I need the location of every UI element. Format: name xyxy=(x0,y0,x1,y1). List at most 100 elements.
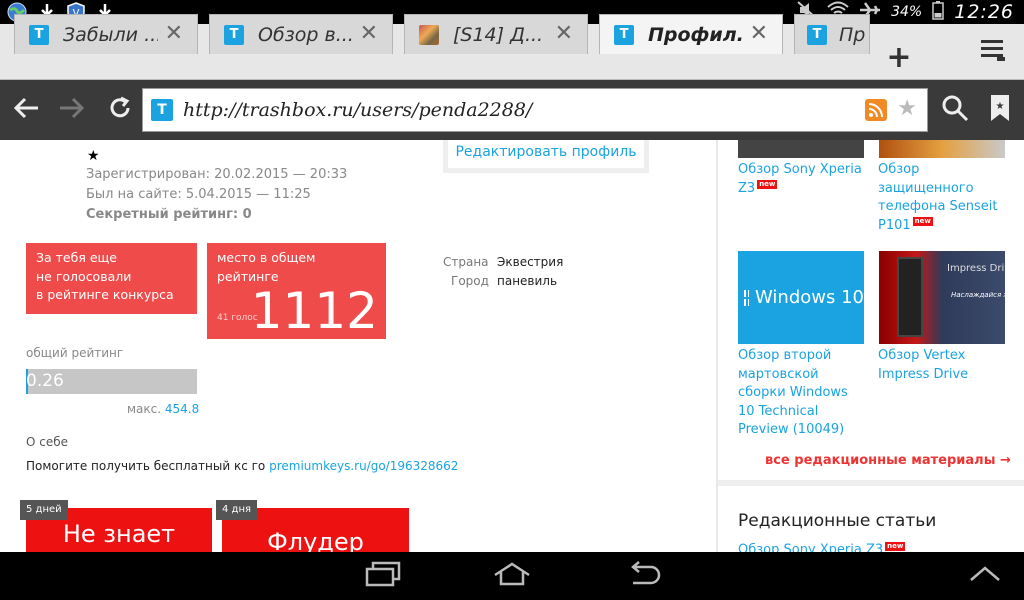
country-label: Страна xyxy=(443,255,489,269)
all-materials-link[interactable]: все редакционные материалы → xyxy=(765,453,1011,468)
close-icon[interactable]: ✕ xyxy=(360,23,378,45)
arrow-right-icon xyxy=(58,96,86,124)
article-link[interactable]: Обзор защищенного телефона Senseit P101 n… xyxy=(878,161,1004,235)
clock: 12:26 xyxy=(954,1,1014,23)
article-thumbnail[interactable] xyxy=(879,140,1005,158)
reload-button[interactable] xyxy=(100,90,140,130)
badge-title: Флудер xyxy=(267,528,364,552)
star-icon[interactable]: ★ xyxy=(897,96,917,121)
bookmarks-button[interactable]: ★ xyxy=(980,90,1020,130)
last-seen: Был на сайте: 5.04.2015 — 11:25 xyxy=(86,187,311,202)
vote-line: За тебя еще xyxy=(36,250,117,265)
battery-percent: 34% xyxy=(891,4,923,20)
tab-title: Пр xyxy=(839,23,866,46)
about-label: О себе xyxy=(26,435,69,449)
section-divider xyxy=(718,480,1024,486)
badge-time: 4 дня xyxy=(216,500,258,520)
close-icon[interactable]: ✕ xyxy=(750,23,768,45)
reload-icon xyxy=(107,95,133,125)
new-badge: new xyxy=(885,542,906,551)
article-title: Обзор Sony Xperia Z3 xyxy=(738,542,884,552)
rating-max: макс. 454.8 xyxy=(127,402,199,416)
rating-value: 0.26 xyxy=(26,371,64,391)
new-badge: new xyxy=(912,217,933,227)
secret-rating: Секретный рейтинг: 0 xyxy=(86,207,252,222)
city-value: паневиль xyxy=(497,274,558,288)
article-title: Обзор Sony Xperia Z3 xyxy=(738,162,862,196)
about-text-body: Помогите получить бесплатный кс го xyxy=(26,459,270,473)
battery-icon xyxy=(932,0,944,24)
trashbox-icon: T xyxy=(29,24,49,45)
home-icon xyxy=(492,561,532,591)
vote-line: в рейтинге конкурса xyxy=(36,287,174,302)
tab-1[interactable]: T Забыли ... ✕ xyxy=(14,14,198,54)
article-link[interactable]: Обзор Vertex Impress Drive xyxy=(878,347,1004,384)
badge-title: Не знает xyxy=(62,520,176,548)
place-number: 1112 xyxy=(250,282,378,340)
tab-4-active[interactable]: T Профил... ✕ xyxy=(599,14,783,54)
new-badge: new xyxy=(757,180,778,190)
article-thumbnail[interactable] xyxy=(738,140,864,158)
article-title: Обзор защищенного телефона Senseit P101 xyxy=(878,162,998,233)
rating-max-value[interactable]: 454.8 xyxy=(165,402,199,416)
rating-max-label: макс. xyxy=(127,402,162,416)
windows-logo-icon xyxy=(744,289,750,306)
thumbnail-text: Windows 10 xyxy=(755,287,864,308)
trashbox-icon: T xyxy=(224,24,244,45)
trashbox-icon: T xyxy=(151,99,173,121)
tab-title: [S14] Д... xyxy=(453,23,544,46)
close-icon[interactable]: ✕ xyxy=(165,23,183,45)
recent-apps-icon xyxy=(365,561,401,591)
forward-button[interactable] xyxy=(52,90,92,130)
badge[interactable]: 5 дней Не знает xyxy=(20,500,212,552)
url-input[interactable] xyxy=(183,99,843,121)
tab-2[interactable]: T Обзор в... ✕ xyxy=(209,14,393,54)
trashbox-icon: T xyxy=(807,24,827,45)
badge[interactable]: 4 дня Флудер xyxy=(216,500,409,552)
search-button[interactable] xyxy=(935,90,975,130)
tab-title: Забыли ... xyxy=(63,23,158,46)
plus-icon: + xyxy=(886,39,912,75)
user-rank-star: ★ xyxy=(87,148,100,164)
trashbox-icon: T xyxy=(614,24,634,45)
article-thumbnail[interactable]: Impress Drive Наслаждайся жизнью xyxy=(879,251,1005,344)
tab-title: Профил... xyxy=(648,23,743,46)
registered-date: Зарегистрирован: 20.02.2015 — 20:33 xyxy=(86,167,348,182)
new-tab-button[interactable]: + xyxy=(870,36,928,78)
recent-apps-button[interactable] xyxy=(358,560,408,592)
about-link[interactable]: premiumkeys.ru/go/196328662 xyxy=(269,459,458,473)
rss-icon[interactable] xyxy=(865,99,887,121)
phone-image xyxy=(897,257,923,337)
menu-button[interactable] xyxy=(962,24,1024,80)
vote-line: не голосовали xyxy=(36,268,132,284)
overall-place-box: место в общем рейтинге 41 голос 1112 xyxy=(207,243,386,339)
bookmark-icon: ★ xyxy=(989,94,1011,126)
search-icon xyxy=(941,94,969,126)
vote-status-box: За тебя еще не голосовали в рейтинге кон… xyxy=(26,243,197,314)
edit-profile-link[interactable]: Редактировать профиль xyxy=(443,140,649,173)
article-link[interactable]: Обзор Sony Xperia Z3 new xyxy=(738,542,906,552)
home-button[interactable] xyxy=(487,560,537,592)
thumbnail-subtext: Наслаждайся жизнью xyxy=(951,291,1005,299)
system-nav-bar xyxy=(0,552,1024,600)
back-nav-button[interactable] xyxy=(618,560,668,592)
article-thumbnail[interactable]: Windows 10 xyxy=(738,251,864,344)
tab-5[interactable]: T Пр xyxy=(794,14,870,54)
expand-button[interactable] xyxy=(960,560,1010,592)
article-link[interactable]: Обзор Sony Xperia Z3 new xyxy=(738,161,868,198)
close-icon[interactable]: ✕ xyxy=(555,23,573,45)
article-link[interactable]: Обзор второй мартовской сборки Windows 1… xyxy=(738,347,868,440)
thumbnail-text: Impress Drive xyxy=(947,263,1005,274)
tab-title: Обзор в... xyxy=(258,23,353,46)
svg-text:★: ★ xyxy=(996,101,1005,112)
tab-3[interactable]: [S14] Д... ✕ xyxy=(404,14,588,54)
chevron-up-icon xyxy=(969,564,1001,588)
arrow-left-icon xyxy=(12,96,40,124)
editorial-section-title: Редакционные статьи xyxy=(738,511,937,531)
country-value: Эквестрия xyxy=(497,255,564,269)
back-button[interactable] xyxy=(6,90,46,130)
column-divider xyxy=(716,140,718,552)
image-icon xyxy=(419,24,439,45)
place-line: место в общем xyxy=(217,250,316,265)
address-bar[interactable]: T ★ xyxy=(142,88,928,132)
